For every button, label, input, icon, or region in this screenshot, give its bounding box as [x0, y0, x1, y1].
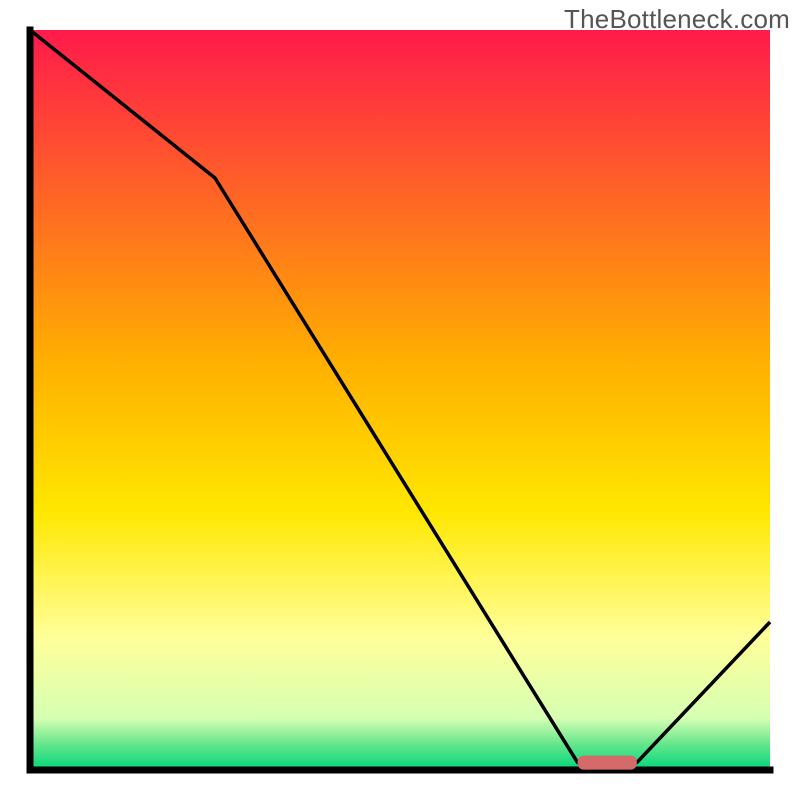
watermark-text: TheBottleneck.com — [564, 4, 790, 35]
plot-background — [30, 30, 770, 770]
optimal-range-marker — [578, 756, 637, 770]
bottleneck-chart — [0, 0, 800, 800]
bottleneck-chart-container: TheBottleneck.com — [0, 0, 800, 800]
